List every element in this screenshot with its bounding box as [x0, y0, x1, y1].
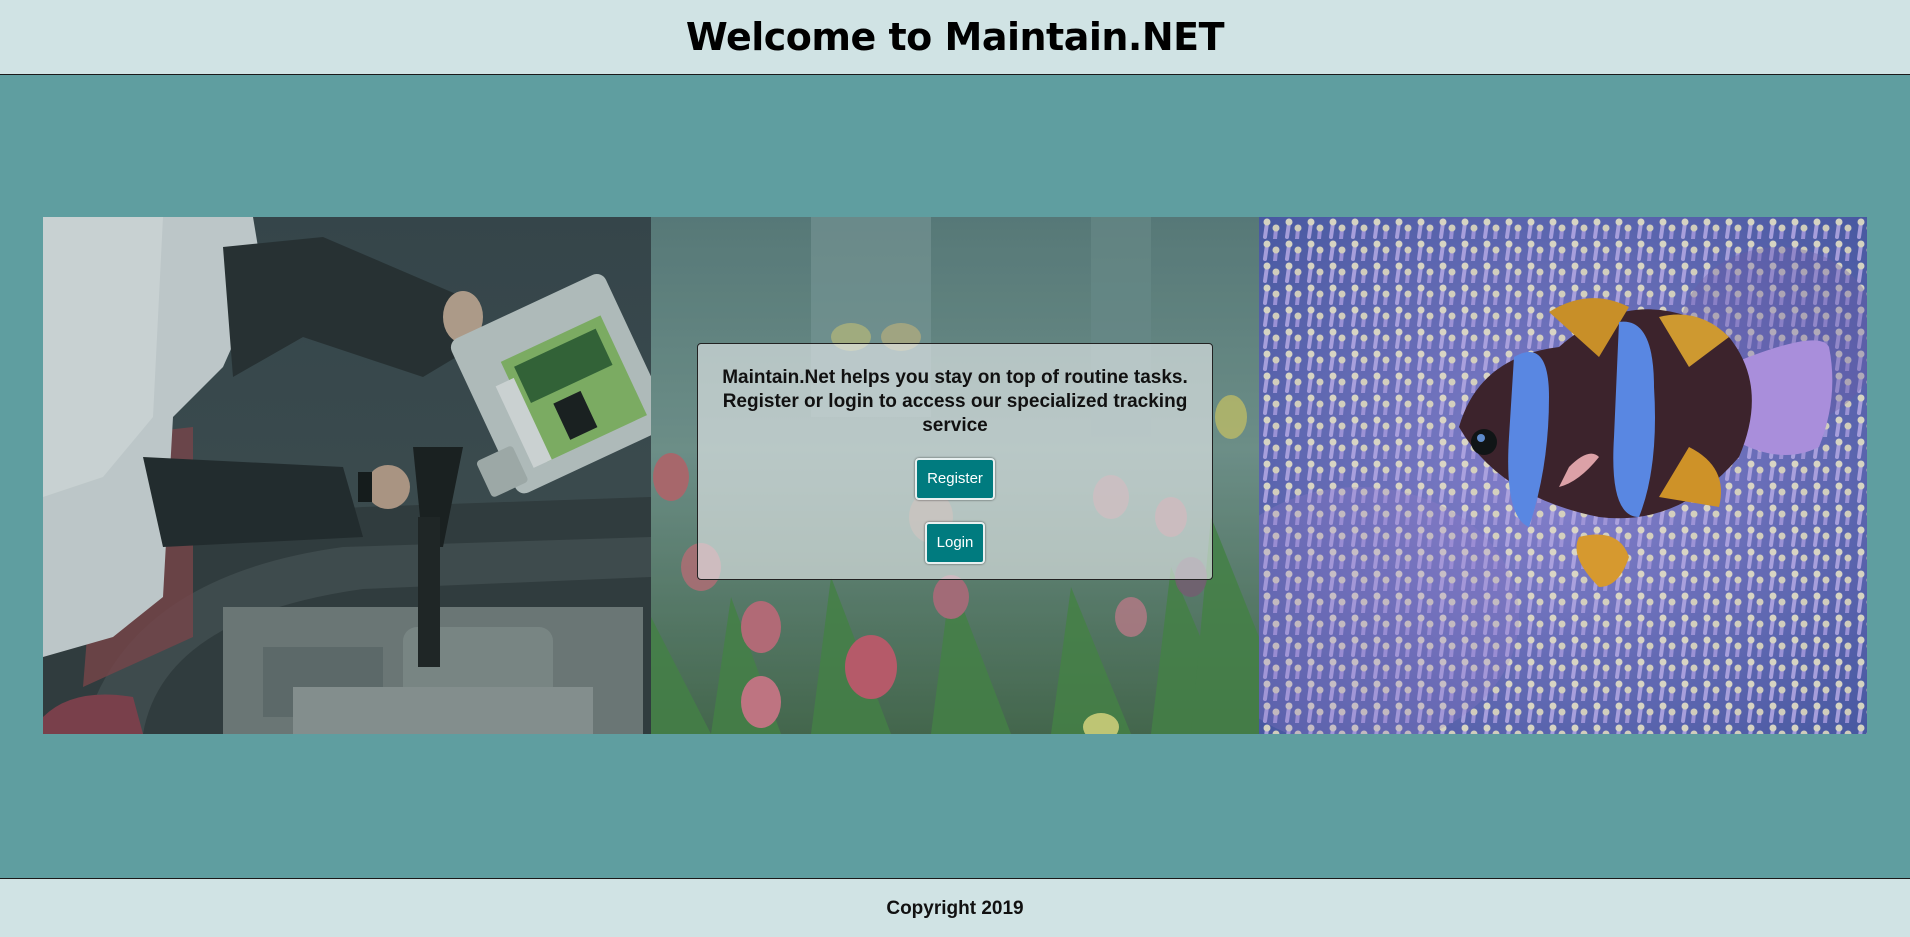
car-oil-change-photo — [43, 217, 651, 734]
page-header: Welcome to Maintain.NET — [0, 0, 1910, 75]
page-footer: Copyright 2019 — [0, 878, 1910, 937]
intro-text: Maintain.Net helps you stay on top of ro… — [722, 367, 1188, 436]
clownfish-anemone-photo — [1259, 217, 1867, 734]
login-button[interactable]: Login — [924, 522, 986, 564]
register-button[interactable]: Register — [915, 458, 995, 500]
intro-card: Maintain.Net helps you stay on top of ro… — [697, 343, 1213, 580]
copyright-text: Copyright 2019 — [886, 897, 1024, 919]
page-title: Welcome to Maintain.NET — [685, 15, 1225, 59]
main-content: Maintain.Net helps you stay on top of ro… — [0, 75, 1910, 878]
